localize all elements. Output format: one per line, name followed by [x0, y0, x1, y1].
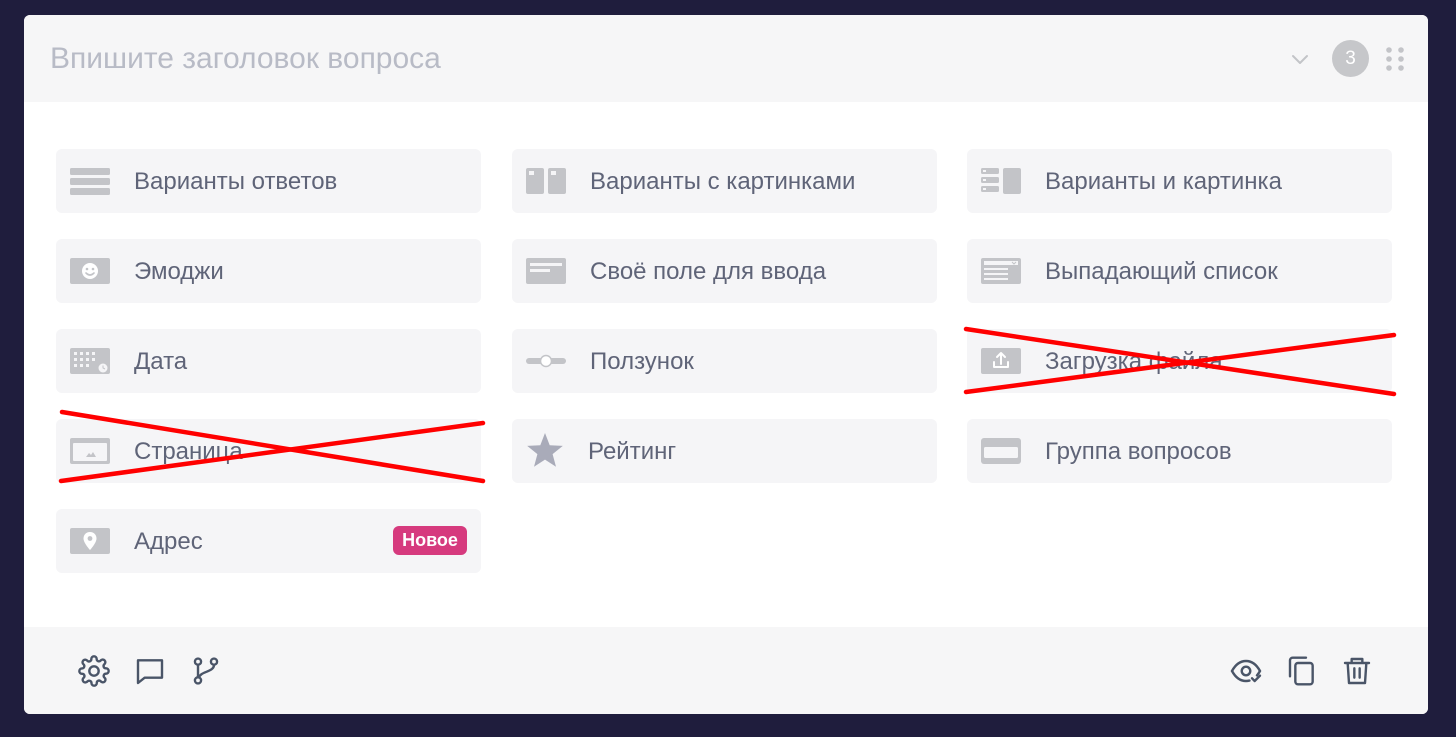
comment-icon[interactable]: [134, 655, 166, 687]
image-columns-icon: [526, 168, 566, 194]
question-title-input[interactable]: [50, 37, 1150, 81]
dropdown-icon: [981, 258, 1021, 284]
type-tile-dropdown[interactable]: Выпадающий список: [967, 239, 1392, 303]
type-tile-slider[interactable]: Ползунок: [512, 329, 937, 393]
question-footer: [24, 627, 1428, 714]
type-tile-file-upload[interactable]: Загрузка файла: [967, 329, 1392, 393]
type-tile-label: Группа вопросов: [1045, 438, 1232, 465]
type-tile-question-group[interactable]: Группа вопросов: [967, 419, 1392, 483]
type-tile-label: Эмоджи: [134, 258, 224, 285]
question-card: 3 Варианты ответов Варианты с картинками: [24, 15, 1428, 714]
duplicate-icon[interactable]: [1286, 655, 1318, 687]
group-icon: [981, 438, 1021, 464]
type-tile-label: Загрузка файла: [1045, 348, 1223, 375]
text-field-icon: [526, 258, 566, 284]
list-with-image-icon: [981, 168, 1021, 194]
question-number-badge: 3: [1332, 40, 1369, 77]
type-tile-label: Рейтинг: [588, 438, 677, 465]
type-tile-custom-input[interactable]: Своё поле для ввода: [512, 239, 937, 303]
type-tile-image-options[interactable]: Варианты с картинками: [512, 149, 937, 213]
type-tile-label: Варианты с картинками: [590, 168, 856, 195]
branch-logic-icon[interactable]: [190, 655, 222, 687]
type-tile-address[interactable]: Адрес Новое: [56, 509, 481, 573]
settings-icon[interactable]: [78, 655, 110, 687]
preview-icon[interactable]: [1230, 655, 1262, 687]
location-pin-icon: [70, 528, 110, 554]
type-tile-label: Адрес: [134, 528, 203, 555]
type-tile-label: Выпадающий список: [1045, 258, 1278, 285]
star-icon: [527, 433, 563, 467]
chevron-down-icon[interactable]: [1290, 49, 1310, 69]
type-tile-options-and-image[interactable]: Варианты и картинка: [967, 149, 1392, 213]
type-tile-label: Варианты и картинка: [1045, 168, 1282, 195]
drag-handle-icon[interactable]: [1384, 46, 1406, 72]
list-icon: [70, 168, 110, 195]
upload-icon: [981, 348, 1021, 374]
type-tile-date[interactable]: Дата: [56, 329, 481, 393]
page-icon: [70, 438, 110, 464]
type-tile-emoji[interactable]: Эмоджи: [56, 239, 481, 303]
question-header: 3: [24, 15, 1428, 102]
delete-icon[interactable]: [1341, 655, 1373, 687]
type-tile-label: Своё поле для ввода: [590, 258, 827, 285]
type-tile-label: Ползунок: [590, 348, 694, 375]
calendar-icon: [70, 348, 110, 374]
type-tile-page[interactable]: Страница: [56, 419, 481, 483]
emoji-icon: [70, 258, 110, 284]
type-tile-rating[interactable]: Рейтинг: [512, 419, 937, 483]
slider-icon: [526, 354, 566, 368]
type-tile-answer-options[interactable]: Варианты ответов: [56, 149, 481, 213]
type-tile-label: Варианты ответов: [134, 168, 338, 195]
type-tile-label: Дата: [134, 348, 188, 375]
new-badge: Новое: [393, 526, 467, 555]
type-tile-label: Страница: [134, 438, 243, 465]
